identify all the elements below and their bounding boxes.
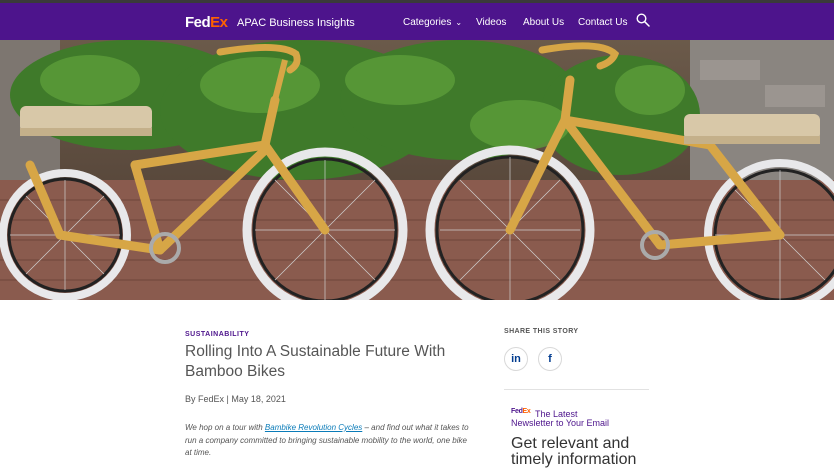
- search-icon[interactable]: [636, 13, 650, 27]
- site-header: FedEx APAC Business Insights Categories ⌄…: [0, 3, 834, 40]
- nav-about[interactable]: About Us: [523, 17, 564, 28]
- logo-fed: Fed: [185, 14, 211, 31]
- chevron-down-icon: ⌄: [455, 18, 463, 27]
- linkedin-share-button[interactable]: in: [504, 347, 528, 371]
- bambike-link[interactable]: Bambike Revolution Cycles: [265, 423, 362, 432]
- newsletter-title-line2: Newsletter to Your Email: [511, 418, 610, 428]
- nav-categories-label: Categories: [403, 17, 452, 28]
- excerpt-pre: We hop on a tour with: [185, 423, 265, 432]
- newsletter-heading: Get relevant and timely information: [511, 435, 637, 468]
- share-label: SHARE THIS STORY: [504, 328, 579, 335]
- sidebar-divider: [504, 389, 649, 390]
- nav-categories[interactable]: Categories ⌄: [403, 17, 462, 28]
- nav-videos[interactable]: Videos: [476, 17, 506, 28]
- article-category[interactable]: SUSTAINABILITY: [185, 331, 249, 338]
- article-byline: By FedEx | May 18, 2021: [185, 394, 286, 404]
- newsletter-logo-fed: Fed: [511, 408, 523, 415]
- nav-contact[interactable]: Contact Us: [578, 17, 627, 28]
- newsletter-fedex-logo: FedEx: [511, 408, 531, 415]
- newsletter-logo-ex: Ex: [522, 408, 531, 415]
- facebook-share-button[interactable]: f: [538, 347, 562, 371]
- linkedin-icon: in: [511, 353, 521, 365]
- facebook-icon: f: [548, 353, 552, 365]
- logo-ex: Ex: [210, 14, 228, 31]
- fedex-logo[interactable]: FedEx: [185, 14, 228, 31]
- article-title: Rolling Into A Sustainable Future With B…: [185, 343, 446, 380]
- hero-image-bamboo-bikes: [0, 40, 834, 300]
- article-excerpt: We hop on a tour with Bambike Revolution…: [185, 422, 475, 460]
- site-title[interactable]: APAC Business Insights: [237, 17, 355, 29]
